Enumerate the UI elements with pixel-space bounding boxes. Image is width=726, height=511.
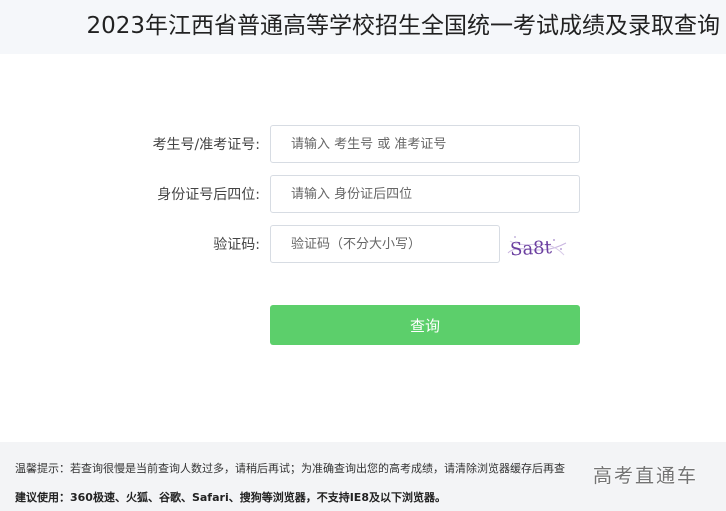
query-button[interactable]: 查询 (270, 305, 580, 345)
watermark: 高考直通车 (592, 465, 698, 487)
page-header: 2023年江西省普通高等学校招生全国统一考试成绩及录取查询 (0, 0, 726, 54)
captcha-label: 验证码: (213, 237, 260, 253)
page-title: 2023年江西省普通高等学校招生全国统一考试成绩及录取查询 (86, 13, 720, 39)
exam-id-label: 考生号/准考证号: (152, 137, 260, 153)
footer: 温馨提示：若查询很慢是当前查询人数过多，请稍后再试；为准确查询出您的高考成绩，请… (0, 442, 726, 511)
id-last4-input[interactable] (270, 175, 580, 213)
footer-tip: 温馨提示：若查询很慢是当前查询人数过多，请稍后再试；为准确查询出您的高考成绩，请… (15, 462, 565, 475)
footer-browser-advice: 建议使用：360极速、火狐、谷歌、Safari、搜狗等浏览器，不支持IE8及以下… (15, 491, 446, 504)
captcha-text: Sa8t (510, 237, 554, 260)
captcha-image[interactable]: Sa8t (506, 231, 568, 263)
captcha-input[interactable] (270, 225, 500, 263)
exam-id-input[interactable] (270, 125, 580, 163)
id-last4-label: 身份证号后四位: (157, 187, 260, 203)
